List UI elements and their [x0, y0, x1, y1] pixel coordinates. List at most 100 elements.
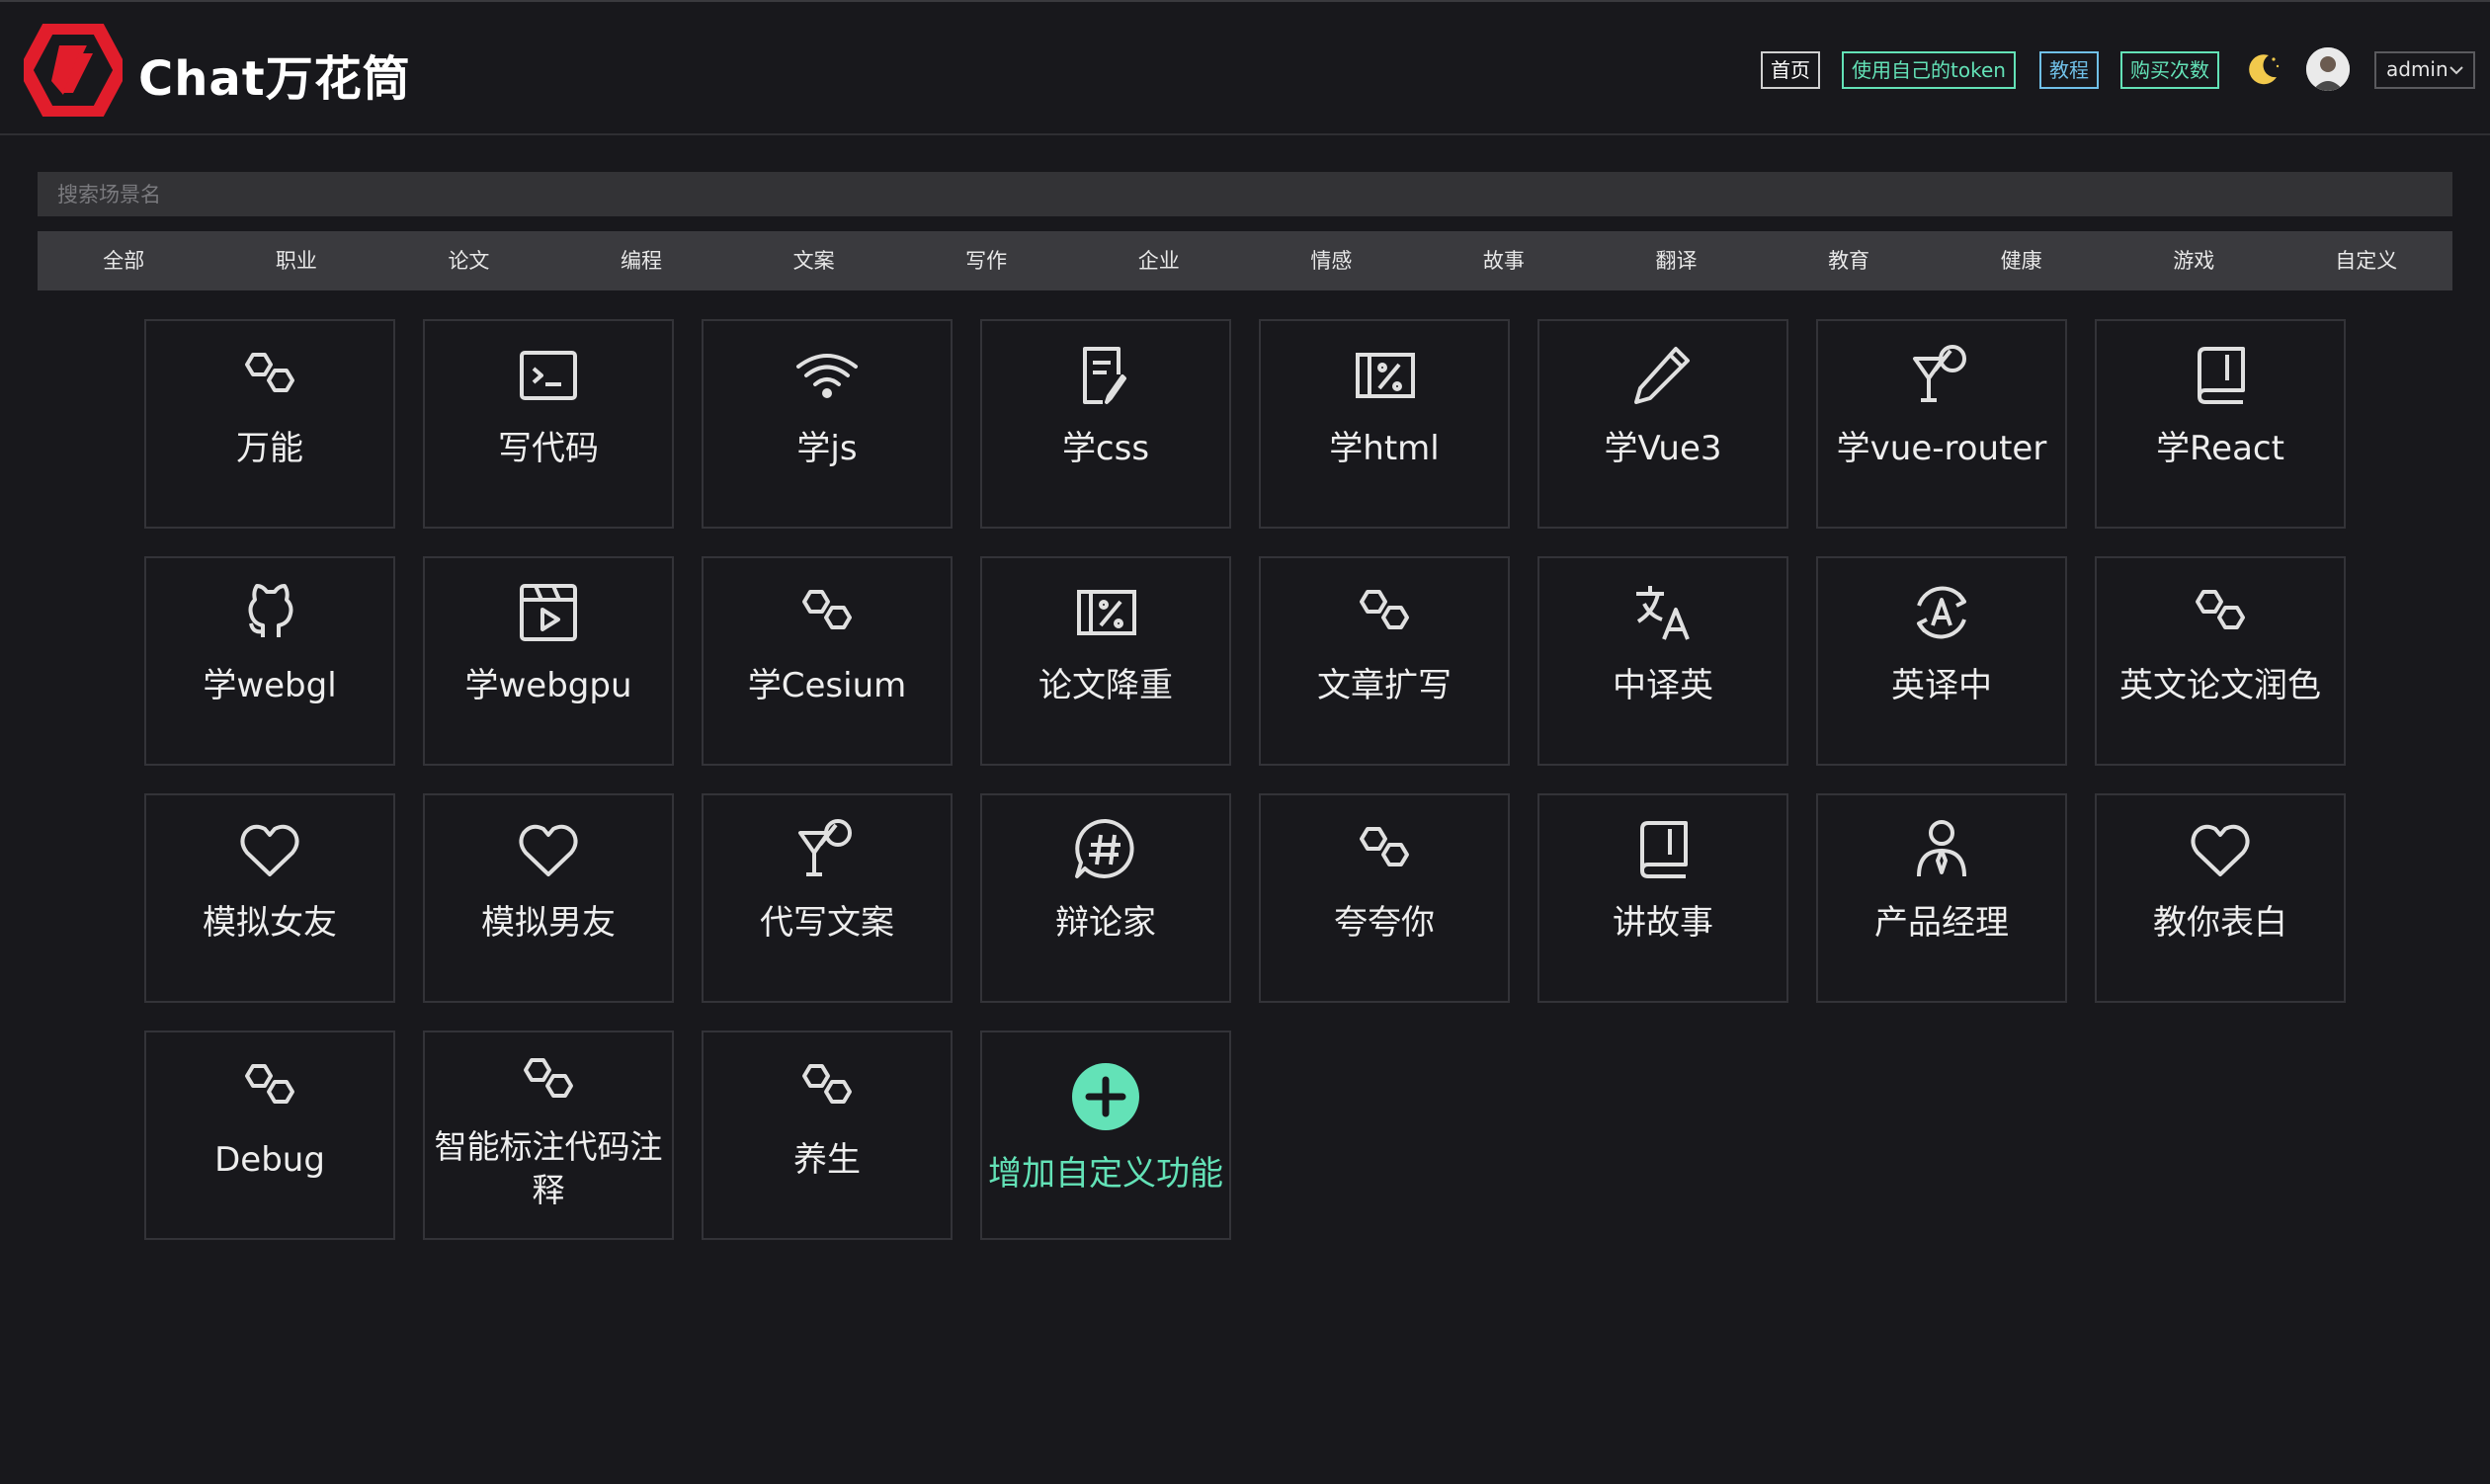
scene-card[interactable]: 英文论文润色: [2095, 556, 2346, 766]
scene-label: 学html: [1329, 429, 1440, 468]
scene-search-input[interactable]: [38, 172, 2452, 216]
scene-label: 代写文案: [760, 903, 894, 943]
scene-card[interactable]: 养生: [702, 1031, 953, 1240]
tab-health[interactable]: 健康: [1935, 231, 2108, 290]
nav-buy-link[interactable]: 购买次数: [2120, 51, 2219, 89]
scene-card[interactable]: 代写文案: [702, 793, 953, 1003]
github-icon: [248, 584, 293, 637]
tab-copywriting[interactable]: 文案: [727, 231, 900, 290]
scene-label: 学React: [2156, 429, 2284, 468]
hexagons-icon: [245, 1064, 294, 1104]
scene-label: 产品经理: [1874, 903, 2009, 943]
scene-card[interactable]: 学Vue3: [1537, 319, 1788, 529]
scene-card[interactable]: 学css: [980, 319, 1231, 529]
scene-label: 万能: [236, 429, 303, 468]
pencil-icon: [1634, 347, 1690, 404]
scene-label: 论文降重: [1038, 666, 1173, 705]
nav-home-link[interactable]: 首页: [1761, 51, 1820, 89]
plus-circle-icon: [1072, 1063, 1139, 1130]
scene-label: 模拟女友: [203, 903, 337, 943]
add-custom-scene-button[interactable]: 增加自定义功能: [980, 1031, 1231, 1240]
heart-icon: [2191, 824, 2250, 876]
tab-enterprise[interactable]: 企业: [1072, 231, 1245, 290]
hexagons-icon: [245, 353, 294, 392]
tab-writing[interactable]: 写作: [900, 231, 1073, 290]
scene-label: 学webgpu: [464, 666, 632, 705]
scene-label: Debug: [214, 1140, 325, 1180]
tab-all[interactable]: 全部: [38, 231, 210, 290]
avatar[interactable]: [2306, 47, 2350, 91]
tab-translate[interactable]: 翻译: [1590, 231, 1763, 290]
person-tie-icon: [1917, 820, 1966, 877]
scene-label: 学webgl: [203, 666, 337, 705]
brand-title: Chat万花筒: [138, 51, 411, 107]
scene-card[interactable]: 辩论家: [980, 793, 1231, 1003]
scene-grid: 万能 写代码 学js 学css 学html 学Vue3 学vue-router …: [144, 319, 2348, 1240]
scene-card[interactable]: 模拟男友: [423, 793, 674, 1003]
hexagons-icon: [802, 1064, 852, 1104]
tab-game[interactable]: 游戏: [2108, 231, 2281, 290]
scene-label: 学vue-router: [1836, 429, 2047, 468]
heart-icon: [519, 824, 578, 876]
percent-box-icon: [1077, 590, 1136, 635]
nav-tutorial-link[interactable]: 教程: [2039, 51, 2099, 89]
scene-label: 学Cesium: [747, 666, 907, 705]
scene-label: 教你表白: [2153, 903, 2287, 943]
nav-own-token-link[interactable]: 使用自己的token: [1842, 51, 2016, 89]
tab-custom[interactable]: 自定义: [2281, 231, 2453, 290]
scene-card[interactable]: 智能标注代码注释: [423, 1031, 674, 1240]
scene-card[interactable]: 模拟女友: [144, 793, 395, 1003]
scene-label: 增加自定义功能: [988, 1154, 1223, 1194]
scene-card[interactable]: 学html: [1259, 319, 1510, 529]
terminal-icon: [520, 351, 577, 400]
scene-card[interactable]: 学vue-router: [1816, 319, 2067, 529]
tab-story[interactable]: 故事: [1418, 231, 1591, 290]
scene-label: 学css: [1061, 429, 1150, 468]
video-play-icon: [520, 584, 577, 641]
scene-label: 智能标注代码注释: [434, 1127, 663, 1209]
scene-card[interactable]: 万能: [144, 319, 395, 529]
heart-icon: [240, 824, 299, 876]
logo-icon: [24, 24, 123, 117]
scene-card[interactable]: 夸夸你: [1259, 793, 1510, 1003]
hashtag-chat-icon: [1075, 818, 1134, 878]
user-menu-select[interactable]: admin: [2374, 51, 2475, 89]
scene-label: 学Vue3: [1604, 429, 1722, 468]
wifi-icon: [796, 354, 858, 398]
top-header: Chat万花筒 首页 使用自己的token 教程 购买次数 admin: [0, 0, 2490, 135]
scene-card[interactable]: 中译英: [1537, 556, 1788, 766]
scene-card[interactable]: 学Cesium: [702, 556, 953, 766]
scene-label: 英文论文润色: [2119, 666, 2321, 705]
scene-card[interactable]: 写代码: [423, 319, 674, 529]
scene-card[interactable]: 学webgl: [144, 556, 395, 766]
chevron-down-icon: [2449, 66, 2463, 75]
scene-card[interactable]: 教你表白: [2095, 793, 2346, 1003]
moon-icon[interactable]: [2243, 49, 2282, 89]
scene-label: 中译英: [1613, 666, 1713, 705]
scene-card[interactable]: Debug: [144, 1031, 395, 1240]
user-name: admin: [2386, 57, 2448, 81]
scene-card[interactable]: 学webgpu: [423, 556, 674, 766]
tab-paper[interactable]: 论文: [382, 231, 555, 290]
hexagons-icon: [2196, 590, 2245, 629]
category-tabs: 全部 职业 论文 编程 文案 写作 企业 情感 故事 翻译 教育 健康 游戏 自…: [38, 231, 2452, 290]
cocktail-icon: [798, 819, 852, 876]
tab-emotion[interactable]: 情感: [1245, 231, 1418, 290]
cocktail-icon: [1913, 345, 1966, 402]
scene-card[interactable]: 英译中: [1816, 556, 2067, 766]
scene-card[interactable]: 文章扩写: [1259, 556, 1510, 766]
translate-icon: [1636, 586, 1690, 640]
scene-card[interactable]: 学React: [2095, 319, 2346, 529]
hexagons-icon: [524, 1058, 573, 1098]
tab-education[interactable]: 教育: [1763, 231, 1936, 290]
scene-card[interactable]: 讲故事: [1537, 793, 1788, 1003]
scene-card[interactable]: 学js: [702, 319, 953, 529]
scene-card[interactable]: 论文降重: [980, 556, 1231, 766]
file-edit-icon: [1083, 347, 1126, 404]
scene-label: 学js: [796, 429, 858, 468]
scene-label: 模拟男友: [481, 903, 616, 943]
hexagons-icon: [1360, 827, 1409, 866]
tab-programming[interactable]: 编程: [555, 231, 728, 290]
scene-card[interactable]: 产品经理: [1816, 793, 2067, 1003]
tab-career[interactable]: 职业: [210, 231, 383, 290]
